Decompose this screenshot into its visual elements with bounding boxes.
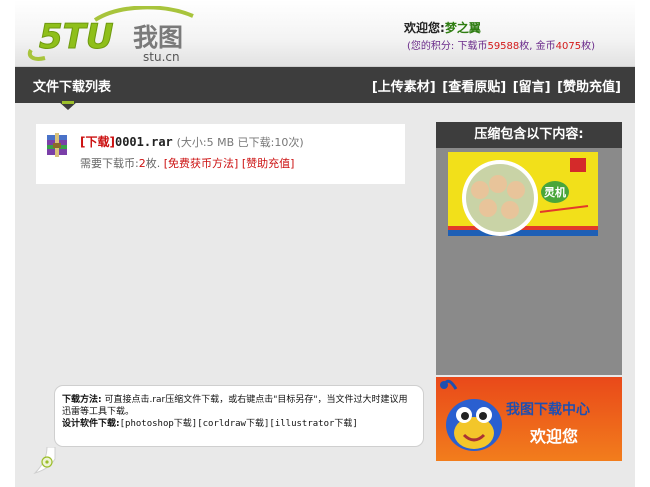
recharge-link[interactable]: [赞助充值] (242, 157, 295, 170)
cost-line: 需要下载币:2枚. [免费获币方法] [赞助充值] (80, 157, 295, 170)
welcome-text: 欢迎您:梦之翼 (404, 21, 481, 35)
nav-link-upload[interactable]: [上传素材] (372, 80, 436, 95)
points-info: (您的积分: 下载币59588枚, 金币4075枚) (407, 41, 595, 52)
banner-line2: 欢迎您 (530, 427, 579, 446)
page-title: 文件下载列表 (33, 80, 112, 95)
svg-text:5TU: 5TU (39, 17, 113, 57)
nav-link-message[interactable]: [留言] (513, 80, 551, 95)
file-meta: (大小:5 MB 已下载:10次) (176, 136, 304, 149)
free-coins-link[interactable]: [免费获币方法] (164, 157, 239, 170)
file-card: [下载]0001.rar (大小:5 MB 已下载:10次) 需要下载币:2枚.… (36, 124, 405, 184)
file-name[interactable]: 0001.rar (115, 135, 173, 149)
archive-contents-title: 压缩包含以下内容: (436, 122, 622, 148)
svg-text:我图: 我图 (133, 23, 183, 52)
download-coins: 59588 (487, 41, 520, 52)
software-label: 设计软件下载: (62, 419, 120, 429)
svg-text:灵机: 灵机 (544, 185, 566, 199)
method-text: 可直接点击.rar压缩文件下载，或右键点击"目标另存"，当文件过大时建议用迅雷等… (62, 395, 408, 417)
rar-archive-icon (47, 133, 67, 157)
mascot-icon (440, 379, 502, 451)
site-logo[interactable]: 5TU 我图 stu.cn (25, 6, 200, 64)
method-label: 下载方法: (62, 395, 102, 405)
software-links[interactable]: [photoshop下载][corldraw下载][illustrator下载] (120, 419, 358, 429)
download-method: 下载方法: 可直接点击.rar压缩文件下载，或右键点击"目标另存"，当文件过大时… (62, 394, 416, 418)
preview-thumbnail[interactable]: 灵机 (448, 152, 598, 236)
banner-line1: 我图下载中心 (506, 402, 590, 418)
download-center-banner[interactable]: 我图下载中心 欢迎您 (436, 377, 622, 461)
gold-coins: 4075 (555, 41, 582, 52)
page-frame: 5TU 我图 stu.cn 欢迎您:梦之翼 (您的积分: 下载币59588枚, … (15, 0, 635, 487)
software-download: 设计软件下载:[photoshop下载][corldraw下载][illustr… (62, 418, 416, 430)
file-line: [下载]0001.rar (大小:5 MB 已下载:10次) (80, 133, 304, 150)
download-tip-bubble: 下载方法: 可直接点击.rar压缩文件下载，或右键点击"目标另存"，当文件过大时… (54, 385, 424, 447)
bubble-tail-icon (33, 447, 56, 475)
nav-link-view-post[interactable]: [查看原贴] (442, 80, 506, 95)
header: 5TU 我图 stu.cn 欢迎您:梦之翼 (您的积分: 下载币59588枚, … (15, 0, 635, 67)
cost-value: 2 (138, 157, 146, 170)
username[interactable]: 梦之翼 (445, 21, 481, 35)
nav-bar: 文件下载列表 [上传素材] [查看原贴] [留言] [赞助充值] (15, 67, 635, 103)
title-pointer-accent (62, 101, 74, 104)
download-link[interactable]: [下载] (80, 135, 115, 149)
svg-text:stu.cn: stu.cn (143, 50, 180, 64)
nav-link-recharge[interactable]: [赞助充值] (557, 80, 621, 95)
nav-links: [上传素材] [查看原贴] [留言] [赞助充值] (370, 76, 621, 95)
